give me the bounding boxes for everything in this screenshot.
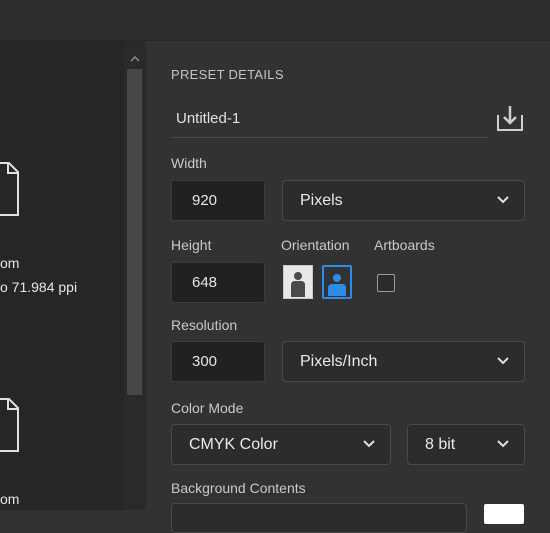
orientation-label: Orientation [281, 237, 350, 253]
document-icon[interactable] [0, 161, 20, 217]
chevron-down-icon [497, 357, 509, 365]
section-title: PRESET DETAILS [171, 67, 284, 82]
scroll-up-arrow-icon[interactable] [130, 55, 140, 63]
preset-caption-line1: om [0, 255, 20, 271]
preset-caption-line2: o 71.984 ppi [0, 279, 78, 295]
document-icon[interactable] [0, 397, 20, 453]
preset-list-panel: om o 71.984 ppi om [0, 41, 124, 510]
resolution-label: Resolution [171, 317, 238, 333]
width-unit-select[interactable]: Pixels [282, 180, 525, 221]
chevron-down-icon [363, 440, 375, 448]
artboards-label: Artboards [374, 237, 435, 253]
color-mode-value: CMYK Color [189, 436, 278, 453]
width-unit-value: Pixels [300, 192, 343, 209]
preset-caption-line1: om [0, 491, 20, 507]
bit-depth-select[interactable]: 8 bit [407, 424, 525, 465]
color-mode-select[interactable]: CMYK Color [171, 424, 391, 465]
landscape-orientation-button[interactable] [322, 265, 352, 299]
scrollbar[interactable] [124, 41, 146, 510]
save-preset-icon[interactable] [495, 103, 525, 133]
resolution-unit-value: Pixels/Inch [300, 353, 378, 370]
preset-details-panel: PRESET DETAILS Width Pixels Height Orien… [146, 41, 550, 533]
document-name-input[interactable] [171, 100, 489, 138]
resolution-input[interactable] [171, 341, 265, 382]
width-label: Width [171, 155, 207, 171]
chevron-down-icon [497, 440, 509, 448]
color-mode-label: Color Mode [171, 400, 244, 416]
resolution-unit-select[interactable]: Pixels/Inch [282, 341, 525, 382]
artboards-checkbox[interactable] [377, 274, 395, 292]
landscape-icon [328, 274, 346, 296]
width-input[interactable] [171, 180, 265, 221]
background-contents-label: Background Contents [171, 480, 306, 496]
height-input[interactable] [171, 262, 265, 303]
background-contents-select[interactable] [171, 503, 467, 533]
chevron-down-icon [497, 196, 509, 204]
portrait-icon [291, 272, 305, 297]
background-color-swatch[interactable] [484, 504, 524, 524]
scrollbar-thumb[interactable] [127, 69, 142, 395]
bit-depth-value: 8 bit [425, 436, 456, 453]
top-bar [0, 0, 550, 41]
portrait-orientation-button[interactable] [283, 265, 313, 299]
height-label: Height [171, 237, 212, 253]
